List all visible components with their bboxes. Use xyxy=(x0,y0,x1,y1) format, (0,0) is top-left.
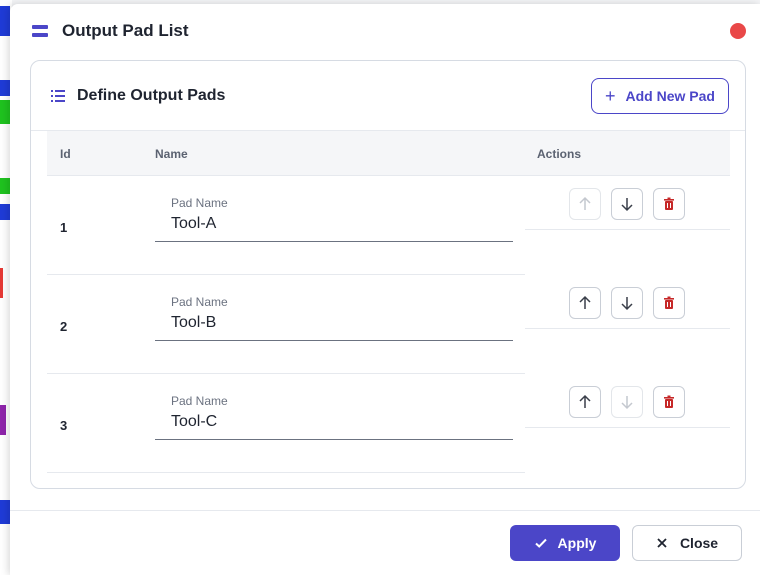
trash-icon xyxy=(664,296,674,309)
pad-name-label: Pad Name xyxy=(171,295,228,309)
pad-name-label: Pad Name xyxy=(171,196,228,210)
delete-button[interactable] xyxy=(653,287,685,319)
column-header-actions: Actions xyxy=(537,147,582,161)
arrow-up-icon xyxy=(579,295,591,309)
close-label: Close xyxy=(679,535,719,551)
plus-icon: + xyxy=(605,86,616,106)
move-down-button[interactable] xyxy=(611,287,643,319)
move-up-button xyxy=(569,188,601,220)
arrow-down-icon xyxy=(621,198,633,212)
table-row: 1 Pad Name xyxy=(47,176,730,275)
add-new-pad-button[interactable]: + Add New Pad xyxy=(591,78,729,114)
pad-name-field: Pad Name xyxy=(155,194,513,242)
delete-button[interactable] xyxy=(653,386,685,418)
define-output-pads-card: Define Output Pads + Add New Pad Id Name… xyxy=(30,60,746,489)
arrow-down-icon xyxy=(621,297,633,311)
arrow-up-icon xyxy=(579,394,591,408)
menu-icon xyxy=(32,25,48,37)
trash-icon xyxy=(664,395,674,408)
card-header: Define Output Pads + Add New Pad xyxy=(31,61,745,131)
list-icon xyxy=(51,90,65,102)
row-id: 2 xyxy=(60,319,68,334)
column-header-id: Id xyxy=(60,147,71,161)
pad-name-field: Pad Name xyxy=(155,392,513,440)
move-up-button[interactable] xyxy=(569,287,601,319)
move-down-button xyxy=(611,386,643,418)
dialog-header: Output Pad List xyxy=(10,4,760,58)
dialog-title: Output Pad List xyxy=(62,21,189,40)
arrow-down-icon xyxy=(621,396,633,410)
table-row: 2 Pad Name xyxy=(47,275,730,374)
add-new-pad-label: Add New Pad xyxy=(625,88,715,104)
arrow-up-icon xyxy=(579,196,591,210)
pad-name-input[interactable] xyxy=(171,410,501,434)
move-down-button[interactable] xyxy=(611,188,643,220)
close-dot-icon[interactable] xyxy=(730,23,746,39)
row-id: 1 xyxy=(60,220,68,235)
table-row: 3 Pad Name xyxy=(47,374,730,473)
dialog-footer: Apply Close xyxy=(10,510,760,575)
row-id: 3 xyxy=(60,418,68,433)
delete-button[interactable] xyxy=(653,188,685,220)
pad-name-input[interactable] xyxy=(171,212,501,236)
apply-button[interactable]: Apply xyxy=(510,525,620,561)
card-title: Define Output Pads xyxy=(77,87,226,104)
table-header: Id Name Actions xyxy=(47,131,730,176)
output-pad-list-dialog: Output Pad List Define Output Pads + Add… xyxy=(10,4,760,575)
pad-name-input[interactable] xyxy=(171,311,501,335)
check-icon xyxy=(534,538,547,548)
trash-icon xyxy=(664,197,674,210)
column-header-name: Name xyxy=(155,147,188,161)
close-button[interactable]: Close xyxy=(632,525,742,561)
x-icon xyxy=(657,538,667,548)
pad-name-field: Pad Name xyxy=(155,293,513,341)
pad-name-label: Pad Name xyxy=(171,394,228,408)
move-up-button[interactable] xyxy=(569,386,601,418)
apply-label: Apply xyxy=(557,535,597,551)
